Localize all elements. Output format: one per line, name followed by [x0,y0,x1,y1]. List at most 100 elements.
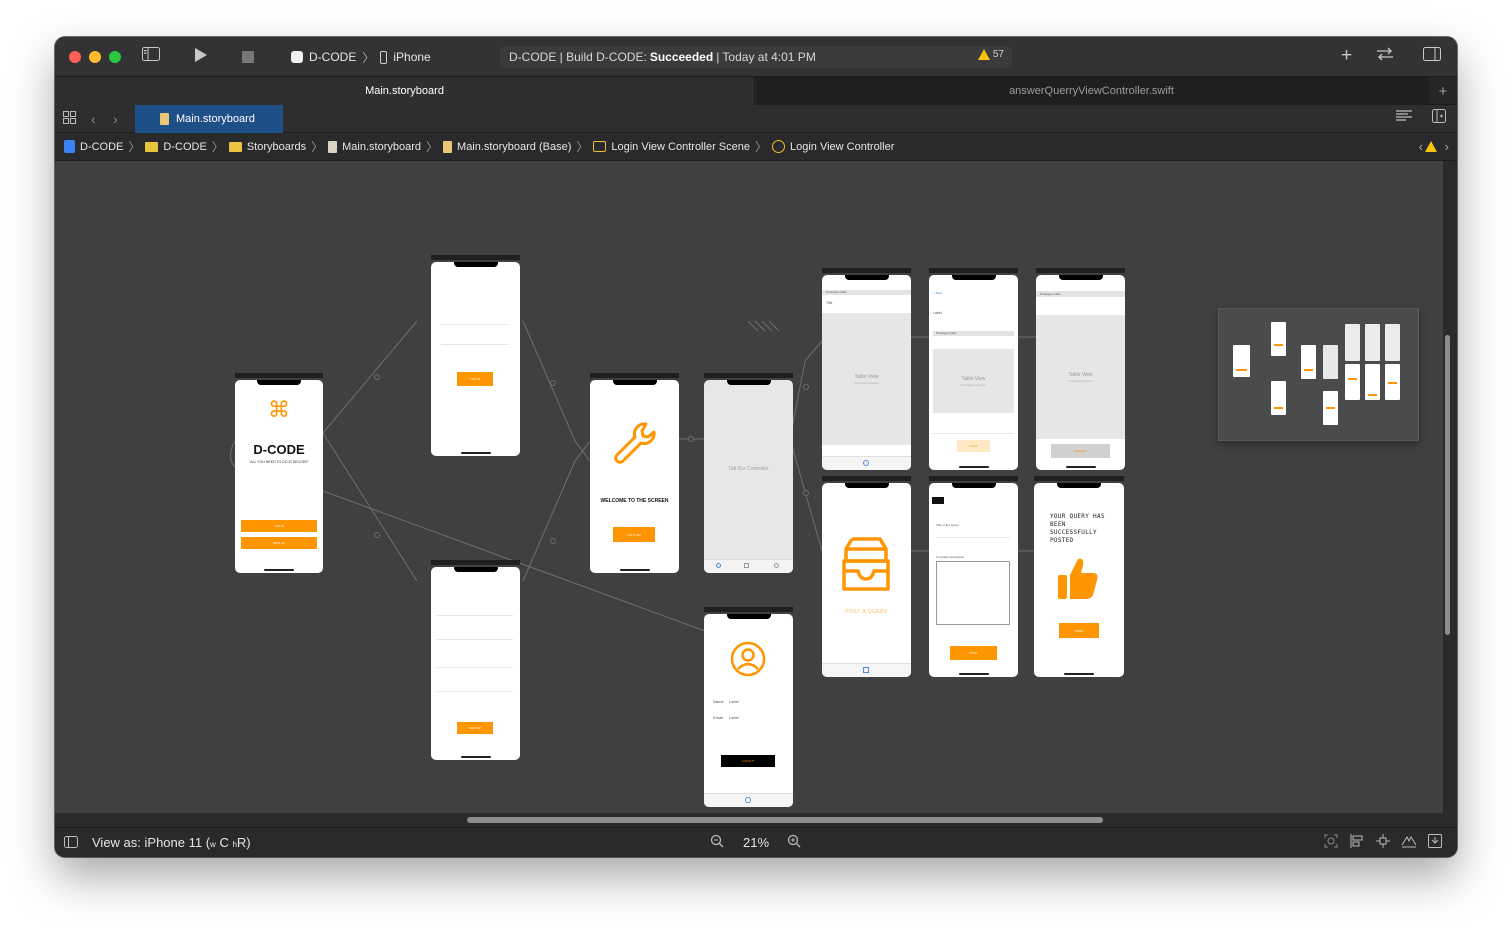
stop-icon[interactable] [242,49,254,69]
tab-answer-query-controller[interactable]: answerQuerryViewController.swift [756,77,1427,105]
zoom-level[interactable]: 21% [743,828,769,857]
issue-forward-icon[interactable]: › [1445,139,1449,154]
split-editor-icon[interactable] [1432,109,1446,129]
tab-bar [822,456,911,470]
update-frames-icon[interactable] [1321,833,1341,853]
scene-tab-bar[interactable]: Tab Bar Controller [704,373,793,573]
table-view[interactable]: Table View Prototype Content [1036,315,1125,439]
file-tab-label: Main.storyboard [176,113,255,125]
canvas-minimap[interactable] [1218,308,1419,441]
scene-answer[interactable]: < Back Label Prototype Cells Table View … [929,268,1018,470]
tab-profile-icon[interactable] [745,797,751,803]
signup-button[interactable]: SIGN UP [241,537,317,549]
description-textview[interactable] [936,561,1010,625]
warning-badge[interactable]: 57 [977,49,1004,60]
home-screen: ⌘ D-CODE "ALL YOU NEED TO DO IS DECODE" … [235,380,323,573]
breadcrumb-main-storyboard[interactable]: Main.storyboard [328,140,421,153]
scene-home[interactable]: ⌘ D-CODE "ALL YOU NEED TO DO IS DECODE" … [235,373,323,573]
minimize-window-button[interactable] [89,51,101,63]
storyboard-file-icon [443,140,453,153]
close-window-button[interactable] [69,51,81,63]
tab-bar [704,793,793,807]
answer-field[interactable] [933,433,1014,434]
warning-icon[interactable] [1425,141,1437,152]
status-prefix: D-CODE | Build D-CODE: [509,50,647,64]
vertical-scrollbar[interactable] [1445,335,1450,635]
back-icon[interactable]: ‹ [91,109,96,129]
scene-profile[interactable]: Name Label Email Label LOGOUT [704,607,793,807]
tab-home-icon[interactable] [863,460,869,466]
scene-ask-query[interactable]: Title of the Query Complete description … [929,476,1018,677]
nav-back-icon[interactable] [932,497,944,504]
password-field[interactable] [441,344,509,345]
breadcrumb-label: Storyboards [246,140,307,153]
post-answer-button[interactable]: POST [957,440,990,452]
breadcrumb-controller[interactable]: Login View Controller [772,140,894,153]
tab-main-storyboard[interactable]: Main.storyboard [55,77,755,105]
breadcrumb-storyboard-base[interactable]: Main.storyboard (Base) [443,140,571,153]
email-field[interactable] [441,324,509,325]
inspector-toggle-icon[interactable] [1423,47,1441,67]
minimap-scene [1385,324,1400,361]
zoom-window-button[interactable] [109,51,121,63]
storyboard-canvas[interactable]: ⌘ D-CODE "ALL YOU NEED TO DO IS DECODE" … [55,161,1443,813]
email-value: Label [729,715,739,720]
login-button[interactable]: LOG IN [241,520,317,532]
navigator-toggle-icon[interactable] [142,47,160,67]
tab-post-icon[interactable] [863,667,869,673]
delete-button[interactable]: DELETE [1051,444,1110,458]
scene-post-query[interactable]: POST A QUERY [822,476,911,677]
breadcrumb-project[interactable]: D-CODE [64,140,123,153]
zoom-in-icon[interactable] [784,833,804,853]
lets-go-button[interactable]: LET'S GO [613,527,655,542]
login-button[interactable]: LOG IN [457,372,493,386]
scene-my-queries[interactable]: Prototype Cells Table View Prototype Con… [1036,268,1125,470]
embed-in-icon[interactable] [1425,833,1445,853]
back-link[interactable]: < Back [933,291,942,295]
issue-back-icon[interactable]: ‹ [1419,139,1423,154]
signup-button[interactable]: SIGN UP [457,722,493,734]
view-as-selector[interactable]: View as: iPhone 11 (w C hR) [92,828,251,857]
query-title-field[interactable] [936,537,1010,538]
done-button[interactable]: DONE [1059,623,1099,638]
scene-welcome[interactable]: WELCOME TO THE SCREEN LET'S GO [590,373,679,573]
toolbar: D-CODE 〉 iPhone D-CODE | Build D-CODE: S… [55,37,1457,77]
scene-queries[interactable]: Prototype Cells Title Table View Prototy… [822,268,911,470]
table-view[interactable]: Table View Prototype Content [933,349,1014,413]
zoom-out-icon[interactable] [707,833,727,853]
add-icon[interactable]: + [1341,46,1352,66]
resolve-issues-icon[interactable] [1399,833,1419,853]
scene-login[interactable]: LOG IN [431,255,520,456]
password-field[interactable] [437,667,513,668]
new-tab-button[interactable]: + [1428,77,1457,105]
scene-signup[interactable]: SIGN UP [431,560,520,760]
horizontal-scrollbar[interactable] [467,817,1103,823]
breadcrumb-group[interactable]: D-CODE [145,141,207,153]
confirm-password-field[interactable] [437,691,513,692]
tab-profile-icon[interactable] [774,563,779,568]
tab-post-icon[interactable] [744,563,749,568]
open-file-tab[interactable]: Main.storyboard [135,105,283,133]
breadcrumb-scene[interactable]: Login View Controller Scene [593,141,750,153]
name-field[interactable] [437,615,513,616]
code-review-icon[interactable] [1375,47,1395,67]
device-notch [726,380,771,385]
scheme-selector[interactable]: D-CODE 〉 iPhone [291,47,431,67]
run-icon[interactable] [194,47,208,69]
forward-icon[interactable]: › [113,109,118,129]
table-view[interactable]: Table View Prototype Content [822,313,911,445]
minimap-scene [1271,381,1286,415]
document-outline-icon[interactable] [61,833,81,853]
add-constraints-icon[interactable] [1373,833,1393,853]
related-items-icon[interactable] [63,110,76,130]
breadcrumb-label: D-CODE [80,140,124,153]
post-query-button[interactable]: POST [950,646,997,660]
breadcrumb-storyboards[interactable]: Storyboards [228,140,307,153]
logout-button[interactable]: LOGOUT [721,755,775,767]
email-field[interactable] [437,639,513,640]
editor-options-icon[interactable] [1395,109,1413,129]
align-icon[interactable] [1347,833,1367,853]
height-class-value: R) [236,835,251,850]
scene-success[interactable]: YOUR QUERY HAS BEEN SUCCESSFULLY POSTED … [1034,476,1124,677]
tab-home-icon[interactable] [716,563,721,568]
